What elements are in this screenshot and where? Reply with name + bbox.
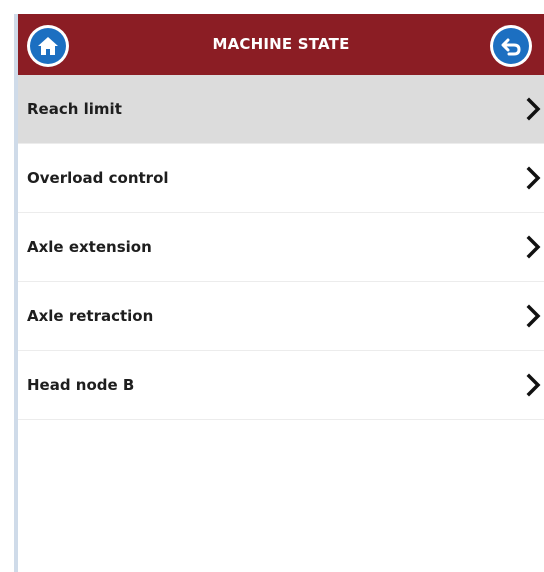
page-title: MACHINE STATE	[212, 35, 350, 53]
chevron-right-icon	[526, 97, 541, 121]
chevron-right-icon	[526, 304, 541, 328]
menu-item-reach-limit[interactable]: Reach limit	[18, 75, 544, 144]
menu-item-axle-extension[interactable]: Axle extension	[18, 213, 544, 282]
menu-item-label: Overload control	[27, 169, 169, 187]
machine-state-screen: MACHINE STATE Reach limit Overload contr…	[0, 0, 544, 572]
menu-item-head-node-b[interactable]: Head node B	[18, 351, 544, 420]
menu-item-label: Axle extension	[27, 238, 152, 256]
menu-item-label: Axle retraction	[27, 307, 154, 325]
menu-list: Reach limit Overload control Axle extens…	[18, 75, 544, 420]
chevron-right-icon	[526, 235, 541, 259]
return-arrow-icon	[493, 28, 529, 64]
back-button[interactable]	[490, 25, 532, 67]
menu-item-axle-retraction[interactable]: Axle retraction	[18, 282, 544, 351]
header-bar: MACHINE STATE	[18, 14, 544, 75]
menu-item-label: Head node B	[27, 376, 135, 394]
chevron-right-icon	[526, 373, 541, 397]
menu-item-label: Reach limit	[27, 100, 122, 118]
top-strip	[0, 0, 544, 14]
menu-item-overload-control[interactable]: Overload control	[18, 144, 544, 213]
chevron-right-icon	[526, 166, 541, 190]
